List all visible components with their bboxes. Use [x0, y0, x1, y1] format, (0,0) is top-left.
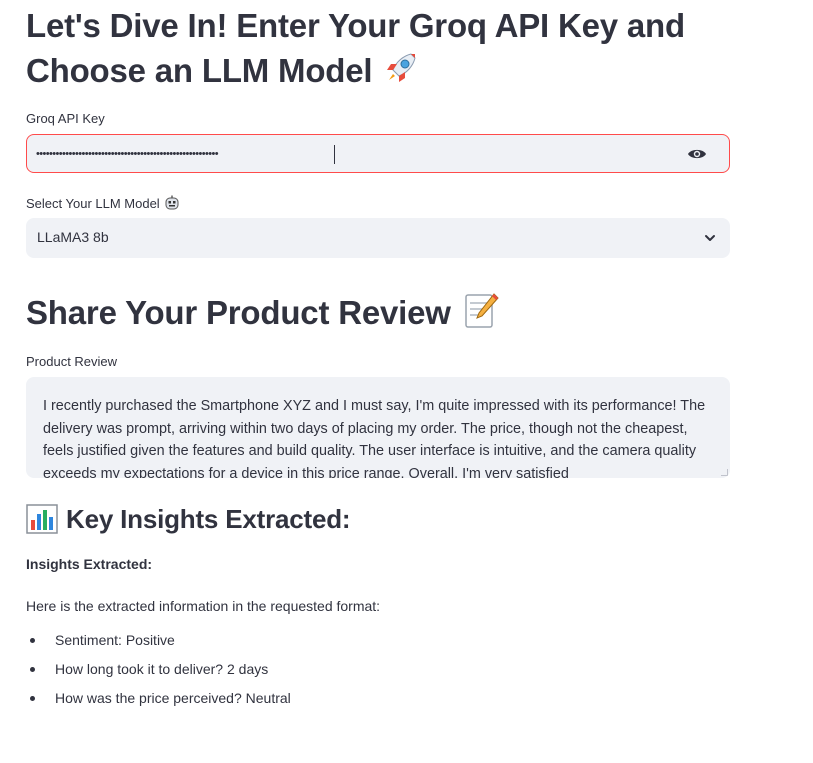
- robot-face-icon: [165, 195, 179, 210]
- chevron-down-icon[interactable]: [704, 232, 716, 244]
- eye-icon[interactable]: [687, 147, 707, 161]
- insights-intro: Here is the extracted information in the…: [26, 598, 381, 614]
- review-text: I recently purchased the Smartphone XYZ …: [43, 398, 706, 478]
- page-title-text: Let's Dive In! Enter Your Groq API Key a…: [26, 7, 685, 90]
- model-select[interactable]: LLaMA3 8b: [26, 218, 730, 258]
- insights-bold-label: Insights Extracted:: [26, 556, 153, 572]
- bar-chart-icon: [26, 504, 58, 534]
- page-title: Let's Dive In! Enter Your Groq API Key a…: [26, 4, 730, 99]
- text-caret: [334, 145, 335, 164]
- api-key-label: Groq API Key: [26, 111, 105, 126]
- api-key-input[interactable]: ••••••••••••••••••••••••••••••••••••••••…: [26, 134, 730, 173]
- rocket-icon: [381, 48, 421, 99]
- insights-title-text: Key Insights Extracted:: [66, 504, 351, 534]
- model-select-value: LLaMA3 8b: [37, 229, 109, 245]
- memo-icon: [460, 290, 500, 341]
- review-textarea[interactable]: I recently purchased the Smartphone XYZ …: [26, 377, 730, 478]
- review-section-title: Share Your Product Review: [26, 290, 500, 341]
- list-item: Sentiment: Positive: [26, 630, 291, 659]
- list-item: How long took it to deliver? 2 days: [26, 659, 291, 688]
- api-key-masked-value: ••••••••••••••••••••••••••••••••••••••••…: [36, 148, 219, 160]
- insights-list: Sentiment: Positive How long took it to …: [26, 630, 291, 717]
- insights-title: Key Insights Extracted:: [26, 500, 351, 538]
- review-section-title-text: Share Your Product Review: [26, 294, 451, 332]
- model-select-label-text: Select Your LLM Model: [26, 195, 160, 211]
- model-select-label: Select Your LLM Model: [26, 195, 180, 211]
- review-label: Product Review: [26, 354, 118, 369]
- resize-handle[interactable]: [721, 469, 728, 476]
- list-item: How was the price perceived? Neutral: [26, 688, 291, 717]
